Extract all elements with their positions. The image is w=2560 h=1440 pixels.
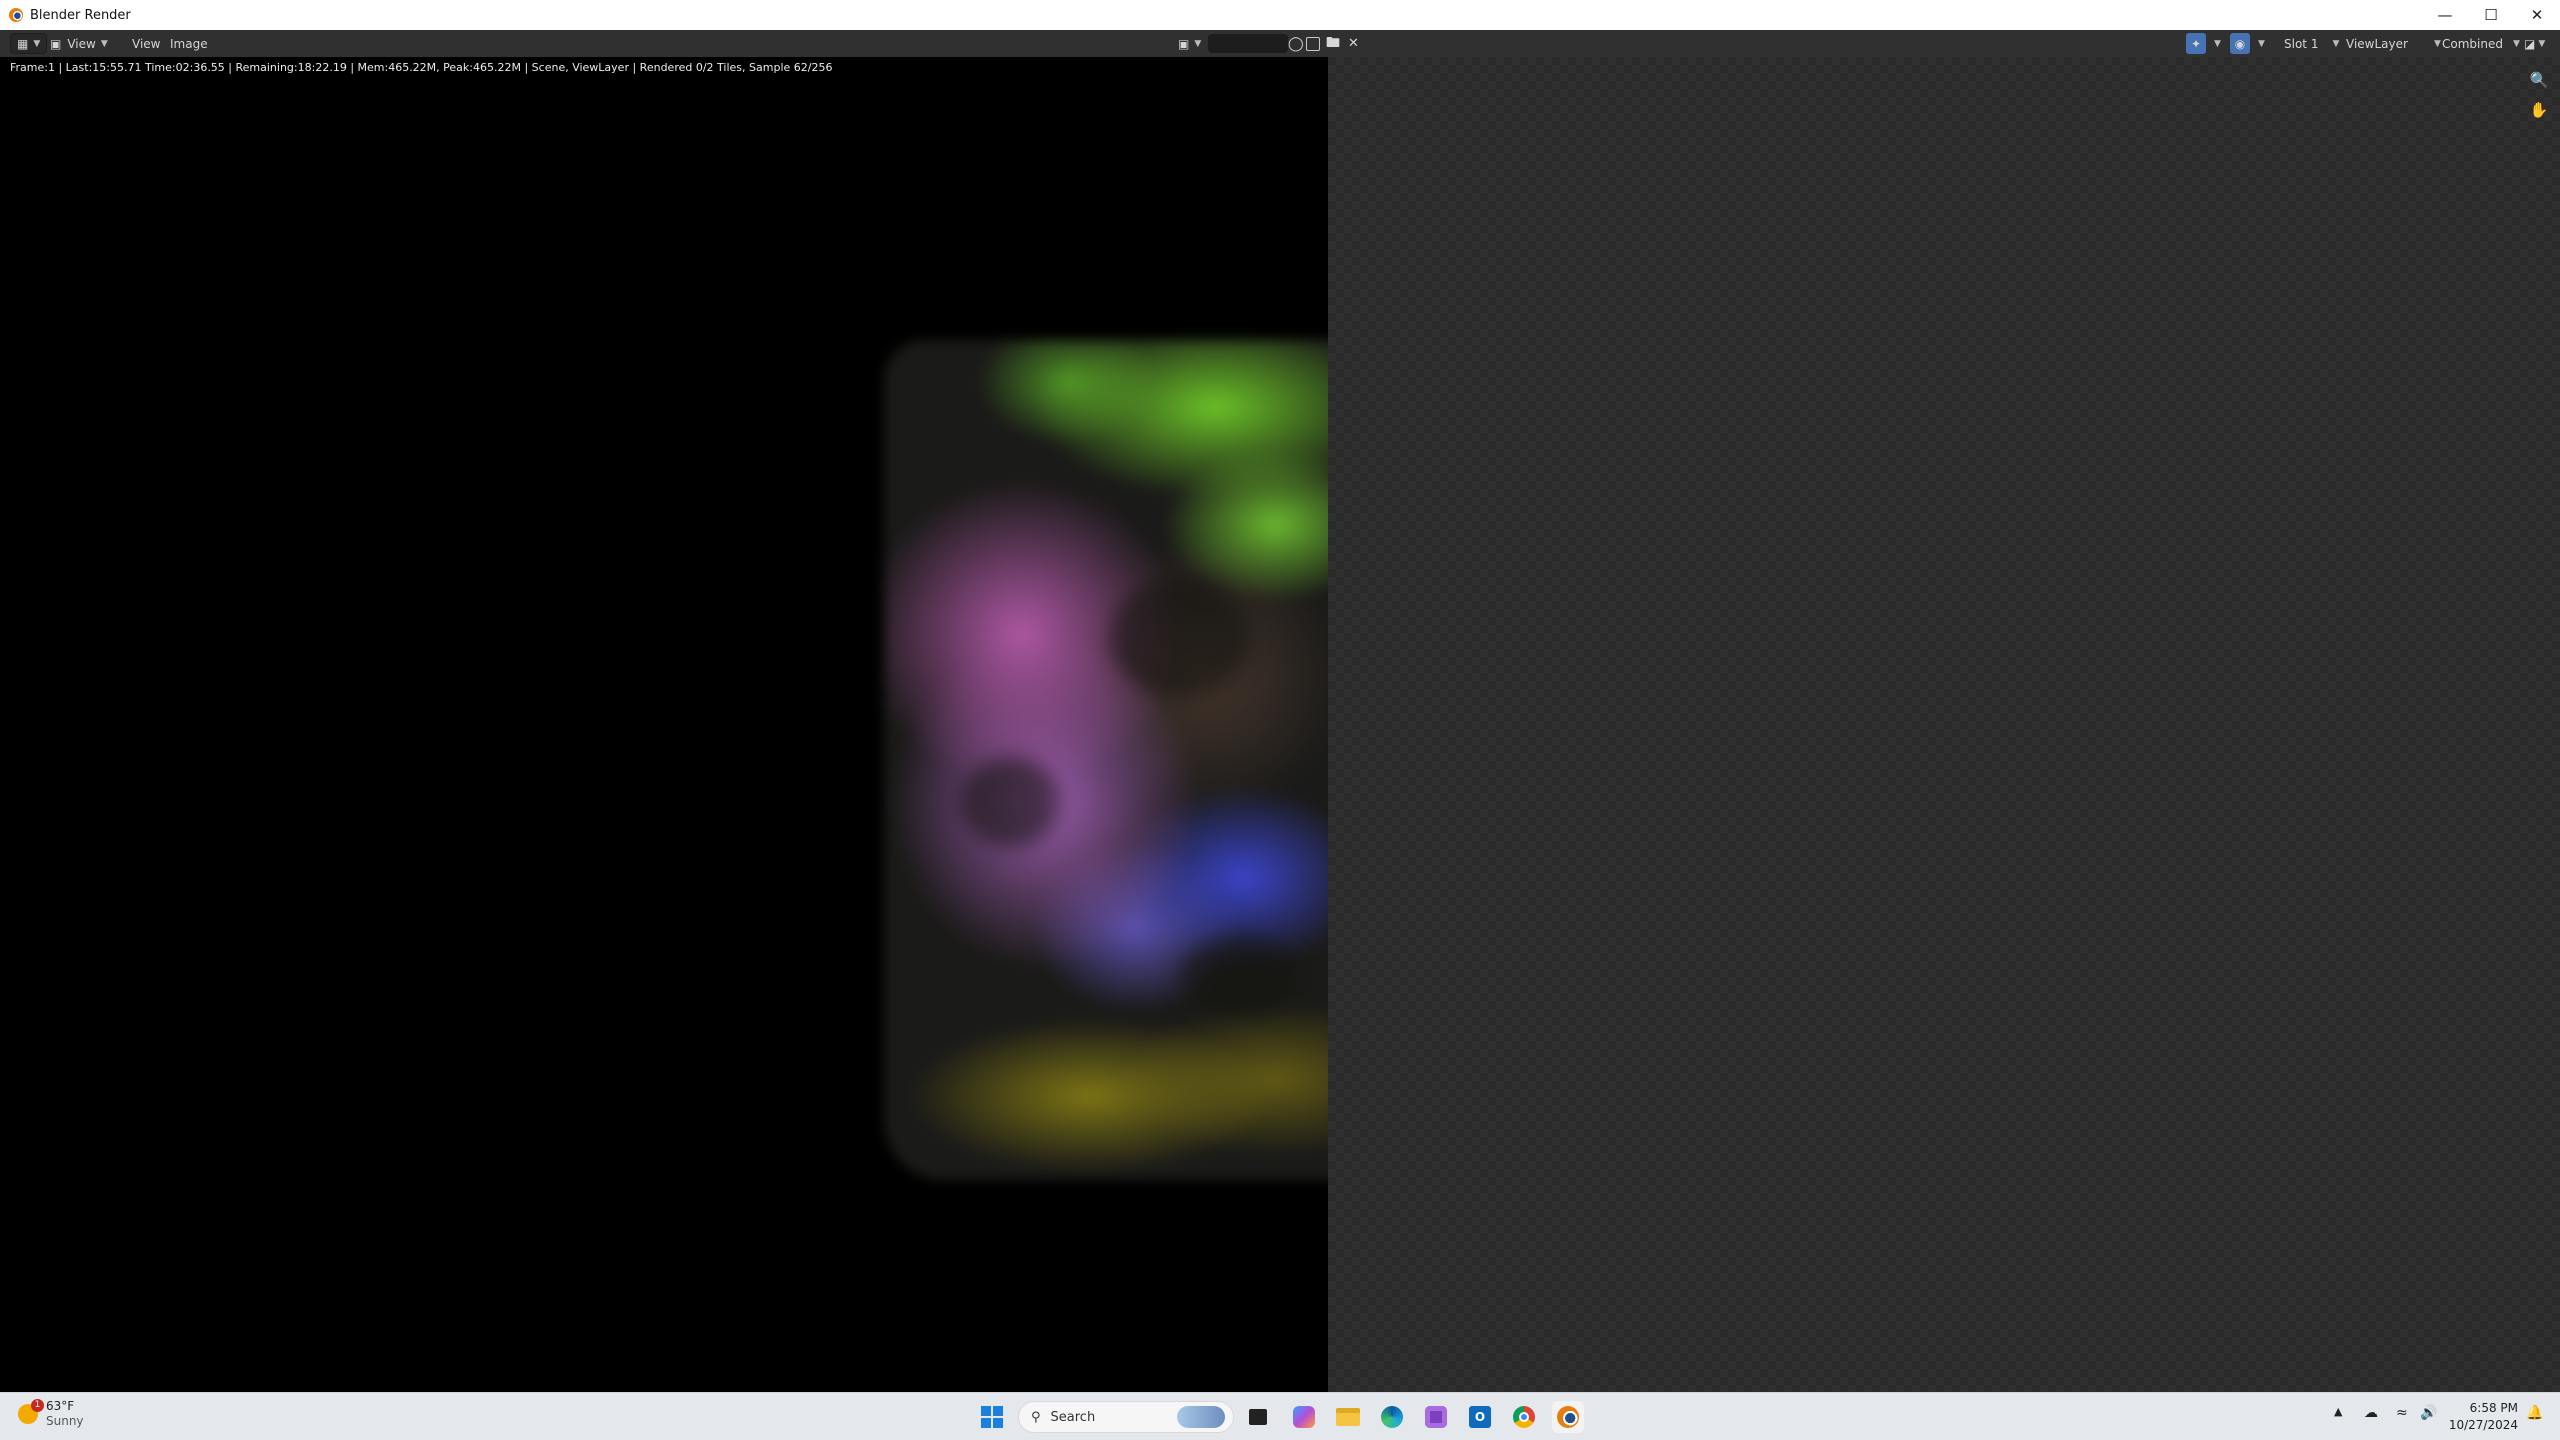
chrome-icon[interactable] [1508,1401,1540,1433]
editor-type-icon: ▦ [17,36,29,51]
copilot-icon[interactable] [1288,1401,1320,1433]
menu-image[interactable]: Image [164,33,214,54]
image-editor-header: ▦ ▼ ▣ View ▼ View Image ▣ ▼ ◯ 🖿 ✕ ✦ ▼ ◉ ▼ S… [0,30,2560,57]
render-pass-dropdown[interactable]: Combined ▼ [2436,33,2526,54]
gizmo-dropdown[interactable]: ▼ [2209,33,2221,54]
menu-view[interactable]: View [126,33,166,54]
window-title-bar: Blender Render — ☐ ✕ [0,0,2560,30]
outlook-icon[interactable]: O [1464,1401,1496,1433]
blender-icon [9,8,23,22]
clock[interactable]: 6:58 PM 10/27/2024 [2449,1400,2518,1434]
display-channels-icon[interactable]: ◪ ▼ [2524,33,2545,54]
overlay-dropdown[interactable]: ▼ [2253,33,2265,54]
render-status-text: Frame:1 | Last:15:55.71 Time:02:36.55 | … [10,61,833,74]
render-result-image [0,57,1328,1392]
slot-dropdown[interactable]: Slot 1 ▼ [2278,33,2345,54]
clock-time: 6:58 PM [2469,1401,2518,1415]
weather-desc: Sunny [46,1414,84,1428]
search-icon: ⚲ [1031,1409,1041,1425]
overlay-icon[interactable]: ◉ [2230,33,2250,54]
blender-taskbar-icon[interactable] [1552,1401,1584,1433]
windows-start-icon[interactable] [976,1401,1008,1433]
notification-badge: 1 [31,1399,44,1412]
chevron-up-icon[interactable]: ▲ [2334,1405,2342,1418]
smoke-simulation-render [884,340,1328,1180]
image-name-field[interactable] [1208,33,1288,54]
volume-icon[interactable]: 🔊 [2420,1405,2437,1421]
search-highlight-icon [1177,1406,1225,1428]
close-icon[interactable]: ✕ [1348,33,1359,54]
file-explorer-icon[interactable] [1332,1401,1364,1433]
slot-label: Slot 1 [2284,36,2319,51]
notification-bell-icon[interactable]: 🔔 [2526,1405,2543,1421]
clock-date: 10/27/2024 [2448,1418,2518,1432]
search-placeholder: Search [1050,1409,1096,1425]
render-pass-label: Combined [2442,36,2503,51]
view-layer-label: ViewLayer [2346,36,2408,51]
folder-icon[interactable]: 🖿 [1326,33,1340,54]
weather-widget[interactable]: 1 63°F Sunny [18,1399,84,1429]
taskbar-search[interactable]: ⚲ Search [1018,1401,1234,1433]
shield-icon[interactable]: ◯ [1288,33,1304,54]
onedrive-icon[interactable]: ☁ [2364,1405,2378,1421]
view-mode-label: View [67,36,96,51]
view-layer-dropdown[interactable]: ViewLayer ▼ [2340,33,2447,54]
image-browse-dropdown[interactable]: ▣ ▼ [1172,33,1207,54]
maximize-button[interactable]: ☐ [2468,0,2514,30]
editor-type-dropdown[interactable]: ▦ ▼ [10,33,48,54]
task-view-icon[interactable] [1242,1401,1274,1433]
sun-icon: 1 [18,1399,44,1424]
edge-icon[interactable] [1376,1401,1408,1433]
minimize-button[interactable]: — [2422,0,2468,30]
duplicate-icon[interactable] [1306,33,1320,54]
gizmo-icon[interactable]: ✦ [2186,33,2206,54]
image-icon: ▣ [1178,36,1190,51]
windows-taskbar: 1 63°F Sunny ⚲ Search O ▲ ☁ ≈ 🔊 6:58 PM … [0,1392,2560,1440]
image-icon: ▣ [50,36,62,51]
hand-icon[interactable]: ✋ [2528,99,2550,121]
view-mode-dropdown[interactable]: ▣ View ▼ [44,33,114,54]
photos-icon[interactable] [1420,1401,1452,1433]
weather-temp: 63°F [46,1399,75,1413]
close-window-button[interactable]: ✕ [2514,0,2560,30]
image-viewport[interactable]: Frame:1 | Last:15:55.71 Time:02:36.55 | … [0,57,2560,1392]
wifi-icon[interactable]: ≈ [2396,1405,2408,1421]
zoom-icon[interactable]: 🔍 [2528,69,2550,91]
window-title: Blender Render [30,7,131,23]
